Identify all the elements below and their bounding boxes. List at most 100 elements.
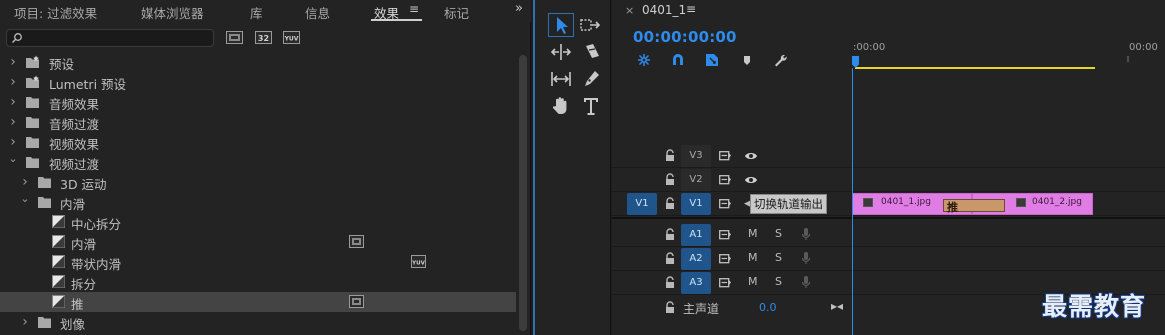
- sync-lock-icon[interactable]: [719, 174, 732, 186]
- video-audio-divider[interactable]: [612, 217, 1165, 219]
- lock-icon[interactable]: [665, 252, 675, 265]
- tree-item-split[interactable]: 拆分: [0, 272, 516, 292]
- expand-twirl-icon[interactable]: [8, 55, 18, 69]
- expand-twirl-icon[interactable]: [20, 315, 30, 329]
- tree-label: 内滑: [71, 237, 97, 252]
- push-transition[interactable]: 推: [943, 199, 1005, 214]
- expand-twirl-icon[interactable]: [20, 175, 30, 189]
- tree-folder-slide[interactable]: 内滑: [0, 192, 516, 212]
- source-patch-v1[interactable]: V1: [627, 193, 657, 215]
- track-target-v2[interactable]: V2: [681, 169, 711, 191]
- tab-info[interactable]: 信息: [305, 3, 330, 22]
- selection-tool[interactable]: [548, 13, 574, 37]
- track-a2[interactable]: A2 M S: [612, 247, 1165, 271]
- effects-search-box[interactable]: [6, 29, 214, 47]
- microphone-icon[interactable]: [801, 251, 811, 266]
- mute-button[interactable]: M: [748, 275, 758, 288]
- tree-folder-iris[interactable]: 划像: [0, 312, 516, 332]
- mute-button[interactable]: M: [748, 227, 758, 240]
- work-area-bar[interactable]: [855, 67, 1095, 69]
- eye-icon[interactable]: [744, 150, 758, 162]
- tree-item-band-slide[interactable]: 带状内滑 YUV: [0, 252, 516, 272]
- solo-button[interactable]: S: [775, 227, 782, 240]
- sequence-menu-icon[interactable]: ≡: [686, 2, 696, 16]
- yuv-filter-icon[interactable]: YUV: [283, 31, 300, 44]
- sync-lock-icon[interactable]: [719, 253, 732, 265]
- pen-tool[interactable]: [578, 67, 604, 91]
- track-target-a3[interactable]: A3: [681, 272, 711, 294]
- slip-tool[interactable]: [548, 67, 574, 91]
- track-select-forward-tool[interactable]: [578, 13, 604, 37]
- collapse-twirl-icon[interactable]: [20, 195, 30, 209]
- tree-folder-3d-motion[interactable]: 3D 运动: [0, 172, 516, 192]
- playhead-timecode[interactable]: 00:00:00:00: [633, 28, 737, 46]
- tree-item-slide[interactable]: 内滑: [0, 232, 516, 252]
- track-a1[interactable]: A1 M S: [612, 223, 1165, 247]
- nest-sequence-icon[interactable]: [636, 52, 652, 68]
- tab-project[interactable]: 项目: 过滤效果: [14, 3, 97, 22]
- lock-icon[interactable]: [665, 149, 675, 162]
- tree-folder-presets[interactable]: 预设: [0, 52, 516, 72]
- lock-icon[interactable]: [665, 276, 675, 289]
- tree-item-push[interactable]: 推: [0, 292, 516, 312]
- tree-folder-video-transitions[interactable]: 视频过渡: [0, 152, 516, 172]
- sync-lock-icon[interactable]: [719, 198, 732, 210]
- tree-label: 划像: [60, 317, 86, 332]
- tab-media-browser[interactable]: 媒体浏览器: [141, 3, 204, 22]
- expand-twirl-icon[interactable]: [8, 115, 18, 129]
- mute-button[interactable]: M: [748, 251, 758, 264]
- effects-panel: 项目: 过滤效果 媒体浏览器 库 信息 效果 ≡ 标记 » 32 YUV 预设 …: [0, 0, 531, 335]
- lock-icon[interactable]: [665, 173, 675, 186]
- sync-lock-icon[interactable]: [719, 277, 732, 289]
- linked-selection-icon[interactable]: [704, 52, 720, 68]
- go-to-end-icon[interactable]: ▸◂: [831, 299, 843, 313]
- snap-icon[interactable]: [670, 52, 686, 68]
- 32-bit-filter-icon[interactable]: 32: [255, 31, 272, 44]
- track-target-v3[interactable]: V3: [681, 145, 711, 167]
- master-volume-value[interactable]: 0.0: [759, 301, 777, 314]
- track-target-v1[interactable]: V1: [681, 193, 711, 215]
- add-marker-icon[interactable]: [739, 52, 755, 68]
- collapse-twirl-icon[interactable]: [8, 155, 18, 169]
- tree-label: 拆分: [71, 277, 97, 292]
- tree-item-center-split[interactable]: 中心拆分: [0, 212, 516, 232]
- sync-lock-icon[interactable]: [719, 150, 732, 162]
- tree-folder-audio-effects[interactable]: 音频效果: [0, 92, 516, 112]
- track-v2[interactable]: V2: [612, 168, 1165, 192]
- hand-tool[interactable]: [548, 94, 574, 118]
- effects-scrollbar[interactable]: [516, 52, 530, 335]
- close-sequence-icon[interactable]: ×: [625, 4, 634, 17]
- eye-icon[interactable]: [744, 174, 758, 186]
- type-tool[interactable]: [578, 94, 604, 118]
- razor-tool[interactable]: [578, 40, 604, 64]
- ripple-edit-tool[interactable]: [548, 40, 574, 64]
- panel-menu-icon[interactable]: ≡: [409, 2, 419, 16]
- tab-overflow-icon[interactable]: »: [515, 1, 523, 16]
- wrench-icon[interactable]: [772, 52, 788, 68]
- solo-button[interactable]: S: [775, 275, 782, 288]
- tab-markers[interactable]: 标记: [444, 3, 469, 22]
- lock-icon[interactable]: [665, 197, 675, 210]
- tree-folder-video-effects[interactable]: 视频效果: [0, 132, 516, 152]
- expand-twirl-icon[interactable]: [8, 135, 18, 149]
- track-target-a2[interactable]: A2: [681, 248, 711, 270]
- track-v1[interactable]: V1 V1 ◀ 切换轨道输出 0401_1.jpg 0401_2.jpg 推: [612, 192, 1165, 216]
- scrollbar-thumb[interactable]: [519, 55, 527, 331]
- sequence-tab[interactable]: 0401_1: [642, 3, 686, 17]
- expand-twirl-icon[interactable]: [8, 95, 18, 109]
- track-target-a1[interactable]: A1: [681, 224, 711, 246]
- tools-panel: [533, 0, 611, 335]
- effects-search-input[interactable]: [25, 30, 211, 46]
- expand-twirl-icon[interactable]: [8, 75, 18, 89]
- lock-icon[interactable]: [665, 228, 675, 241]
- lock-icon[interactable]: [665, 301, 675, 314]
- accelerated-effects-filter-icon[interactable]: [226, 31, 243, 44]
- microphone-icon[interactable]: [801, 275, 811, 290]
- tree-folder-audio-transitions[interactable]: 音频过渡: [0, 112, 516, 132]
- solo-button[interactable]: S: [775, 251, 782, 264]
- tree-folder-lumetri-presets[interactable]: Lumetri 预设: [0, 72, 516, 92]
- tab-libraries[interactable]: 库: [250, 3, 263, 22]
- sync-lock-icon[interactable]: [719, 229, 732, 241]
- track-v3[interactable]: V3: [612, 144, 1165, 168]
- microphone-icon[interactable]: [801, 227, 811, 242]
